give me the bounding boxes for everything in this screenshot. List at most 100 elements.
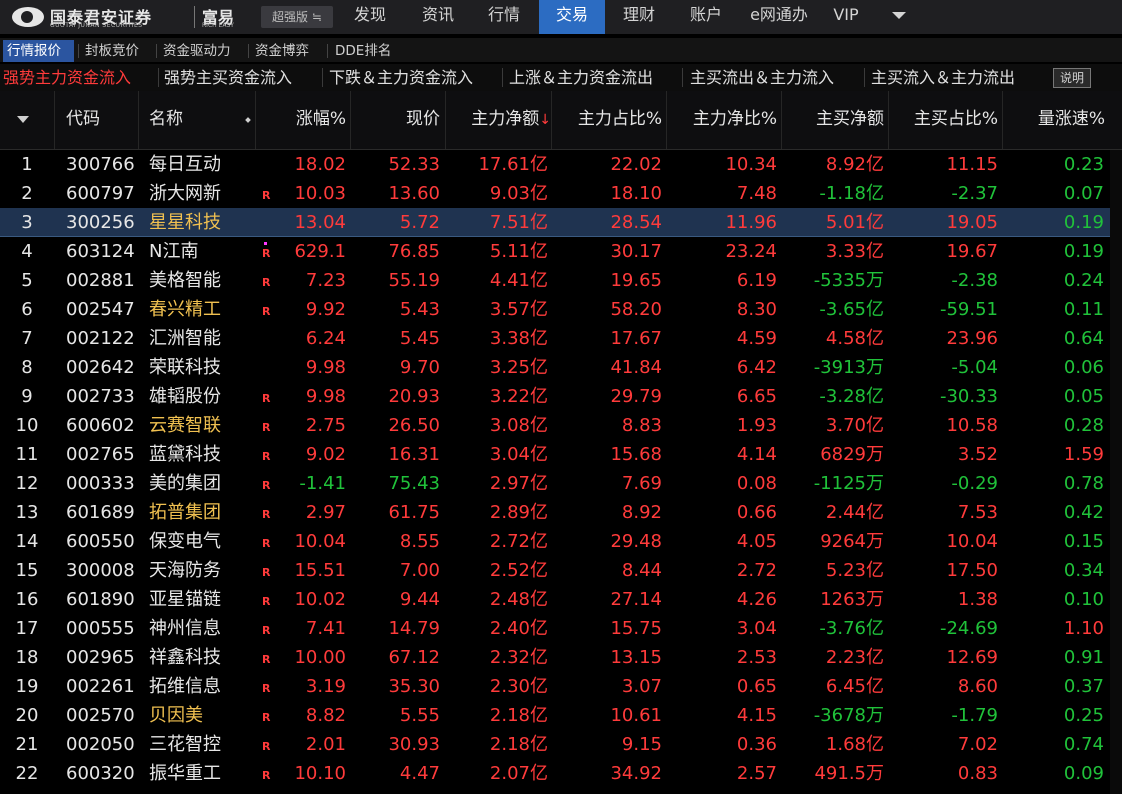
cell-buy-net: -3.65亿 (819, 299, 884, 320)
cell-code: 601689 (66, 502, 135, 523)
col-buy-ratio[interactable]: 主买占比% (888, 91, 998, 149)
vertical-scrollbar[interactable] (1110, 150, 1122, 794)
cell-name: 亚星锚链 (149, 589, 221, 610)
table-row[interactable]: 8 002642 荣联科技 9.98 9.70 3.25亿 41.84 6.42 -3913万 -… (0, 353, 1110, 382)
broker-logo[interactable]: 国泰君安证券 GUOTAI JUNAN SECURITIES (8, 3, 192, 31)
cell-name: 美格智能 (149, 270, 221, 291)
table-row[interactable]: 9 002733 雄韬股份 9.98 20.93 3.22亿 29.79 6.65 -3.28亿… (0, 382, 1110, 411)
edition-switch-button[interactable]: 超强版 ≒ (261, 6, 333, 28)
flow-filter-tab-bar: 强势主力资金流入 强势主买资金流入 下跌＆主力资金流入 上涨＆主力资金流出 主买… (0, 64, 1122, 91)
cell-main-net: 2.18亿 (489, 705, 548, 726)
tab-buy-out-main-in[interactable]: 主买流出＆主力流入 (690, 64, 834, 91)
cell-code: 300008 (66, 560, 135, 581)
table-row[interactable]: 7 002122 汇洲智能 6.24 5.45 3.38亿 17.67 4.59 4.58亿 23… (0, 324, 1110, 353)
tab-capital-drive[interactable]: 资金驱动力 (159, 40, 245, 62)
cell-main-net: 2.32亿 (489, 647, 548, 668)
tab-down-main-inflow[interactable]: 下跌＆主力资金流入 (329, 64, 473, 91)
table-row[interactable]: 12 000333 美的集团 -1.41 75.43 2.97亿 7.69 0.08 -1125… (0, 469, 1110, 498)
menu-news[interactable]: 资讯 (408, 0, 468, 34)
table-row[interactable]: 4 603124 N江南 629.1 76.85 5.11亿 30.17 23.24 3.33亿… (0, 237, 1110, 266)
cell-main-ratio: 15.68 (610, 444, 662, 465)
menu-discover[interactable]: 发现 (340, 0, 400, 34)
cell-name: 振华重工 (149, 763, 221, 784)
table-row[interactable]: 17 000555 神州信息 7.41 14.79 2.40亿 15.75 3.04 -3.76… (0, 614, 1110, 643)
menu-trade[interactable]: 交易 (539, 0, 605, 34)
cell-change-pct: 9.98 (305, 357, 346, 378)
column-divider (138, 91, 139, 149)
cell-vol-speed: 0.74 (1063, 734, 1104, 755)
cell-main-net-ratio: 4.59 (736, 328, 777, 349)
table-row[interactable]: 5 002881 美格智能 7.23 55.19 4.41亿 19.65 6.19 -5335万… (0, 266, 1110, 295)
cell-name: 浙大网新 (149, 183, 221, 204)
cell-main-ratio: 22.02 (610, 154, 662, 175)
table-row[interactable]: 20 002570 贝因美 8.82 5.55 2.18亿 10.61 4.15 -3678万 -… (0, 701, 1110, 730)
col-name[interactable]: 名称 (149, 91, 183, 149)
cell-buy-ratio: -0.29 (951, 473, 998, 494)
cell-buy-net: -5335万 (813, 270, 884, 291)
col-vol-speed[interactable]: 量涨速% (1002, 91, 1105, 149)
more-menu-chevron-down-icon[interactable] (892, 12, 906, 19)
menu-vip[interactable]: VIP (822, 0, 870, 34)
tab-limit-auction[interactable]: 封板竞价 (81, 40, 153, 62)
tab-buy-in-main-out[interactable]: 主买流入＆主力流出 (871, 64, 1015, 91)
col-price[interactable]: 现价 (350, 91, 440, 149)
cell-main-ratio: 8.44 (621, 560, 662, 581)
table-row[interactable]: 11 002765 蓝黛科技 9.02 16.31 3.04亿 15.68 4.14 6829万… (0, 440, 1110, 469)
menu-market[interactable]: 行情 (474, 0, 534, 34)
col-main-ratio[interactable]: 主力占比% (551, 91, 662, 149)
margin-trading-r-icon: R (262, 189, 271, 202)
menu-account[interactable]: 账户 (676, 0, 736, 34)
col-code[interactable]: 代码 (66, 91, 100, 149)
table-row[interactable]: 1 300766 每日互动 18.02 52.33 17.61亿 22.02 10.34 8.9… (0, 150, 1110, 179)
table-row[interactable]: 6 002547 春兴精工 9.92 5.43 3.57亿 58.20 8.30 -3.65亿 -… (0, 295, 1110, 324)
table-row[interactable]: 19 002261 拓维信息 3.19 35.30 2.30亿 3.07 0.65 6.45亿 8… (0, 672, 1110, 701)
menu-eservice[interactable]: e网通办 (742, 0, 816, 34)
cell-name: 美的集团 (149, 473, 221, 494)
tab-capital-game[interactable]: 资金博弈 (251, 40, 323, 62)
cell-rank: 12 (15, 473, 39, 494)
cell-buy-net: -1.18亿 (819, 183, 884, 204)
cell-price: 13.60 (388, 183, 440, 204)
tab-quotes[interactable]: 行情报价 (3, 40, 74, 62)
cell-rank: 11 (15, 444, 39, 465)
cell-rank: 3 (21, 212, 33, 233)
table-row[interactable]: 18 002965 祥鑫科技 10.00 67.12 2.32亿 13.15 2.53 2.23… (0, 643, 1110, 672)
cell-rank: 10 (15, 415, 39, 436)
cell-main-net: 2.52亿 (489, 560, 548, 581)
col-main-net[interactable]: 主力净额↓ (445, 91, 551, 149)
table-row[interactable]: 10 600602 云赛智联 2.75 26.50 3.08亿 8.83 1.93 3.70亿 1… (0, 411, 1110, 440)
table-row[interactable]: 22 600320 振华重工 10.10 4.47 2.07亿 34.92 2.57 491.5… (0, 759, 1110, 788)
cell-vol-speed: 1.10 (1063, 618, 1104, 639)
tab-strong-main-inflow[interactable]: 强势主力资金流入 (3, 64, 131, 91)
new-listing-marker-icon (264, 242, 267, 245)
menu-wealth[interactable]: 理财 (609, 0, 669, 34)
cell-buy-ratio: -2.37 (951, 183, 998, 204)
table-row[interactable]: 15 300008 天海防务 15.51 7.00 2.52亿 8.44 2.72 5.23亿 1… (0, 556, 1110, 585)
table-row[interactable]: 21 002050 三花智控 2.01 30.93 2.18亿 9.15 0.36 1.68亿 7… (0, 730, 1110, 759)
cell-main-net-ratio: 11.96 (725, 212, 777, 233)
name-column-options-icon[interactable] (245, 117, 251, 123)
explain-button[interactable]: 说明 (1053, 68, 1091, 88)
cell-main-net: 2.72亿 (489, 531, 548, 552)
table-row[interactable]: 14 600550 保变电气 10.04 8.55 2.72亿 29.48 4.05 9264万… (0, 527, 1110, 556)
column-menu-icon[interactable] (17, 116, 29, 123)
cell-main-net: 5.11亿 (489, 241, 548, 262)
tab-up-main-outflow[interactable]: 上涨＆主力资金流出 (509, 64, 653, 91)
margin-trading-r-icon: R (262, 247, 271, 260)
tab-dde-rank[interactable]: DDE排名 (331, 40, 401, 62)
table-row[interactable]: 2 600797 浙大网新 10.03 13.60 9.03亿 18.10 7.48 -1.18… (0, 179, 1110, 208)
table-row[interactable]: 13 601689 拓普集团 2.97 61.75 2.89亿 8.92 0.66 2.44亿 7… (0, 498, 1110, 527)
tab-strong-buy-inflow[interactable]: 强势主买资金流入 (164, 64, 292, 91)
col-main-net-ratio[interactable]: 主力净比% (666, 91, 777, 149)
col-buy-net[interactable]: 主买净额 (781, 91, 884, 149)
cell-code: 601890 (66, 589, 135, 610)
cell-buy-net: 9264万 (820, 531, 884, 552)
cell-rank: 13 (15, 502, 39, 523)
col-change-pct[interactable]: 涨幅% (255, 91, 346, 149)
logo-english: GUOTAI JUNAN SECURITIES (50, 22, 143, 29)
table-row[interactable]: 16 601890 亚星锚链 10.02 9.44 2.48亿 27.14 4.26 1263万… (0, 585, 1110, 614)
cell-vol-speed: 0.34 (1063, 560, 1104, 581)
margin-trading-r-icon: R (262, 508, 271, 521)
table-row[interactable]: 3 300256 星星科技 13.04 5.72 7.51亿 28.54 11.96 5.01亿… (0, 208, 1110, 237)
cell-main-net: 2.48亿 (489, 589, 548, 610)
